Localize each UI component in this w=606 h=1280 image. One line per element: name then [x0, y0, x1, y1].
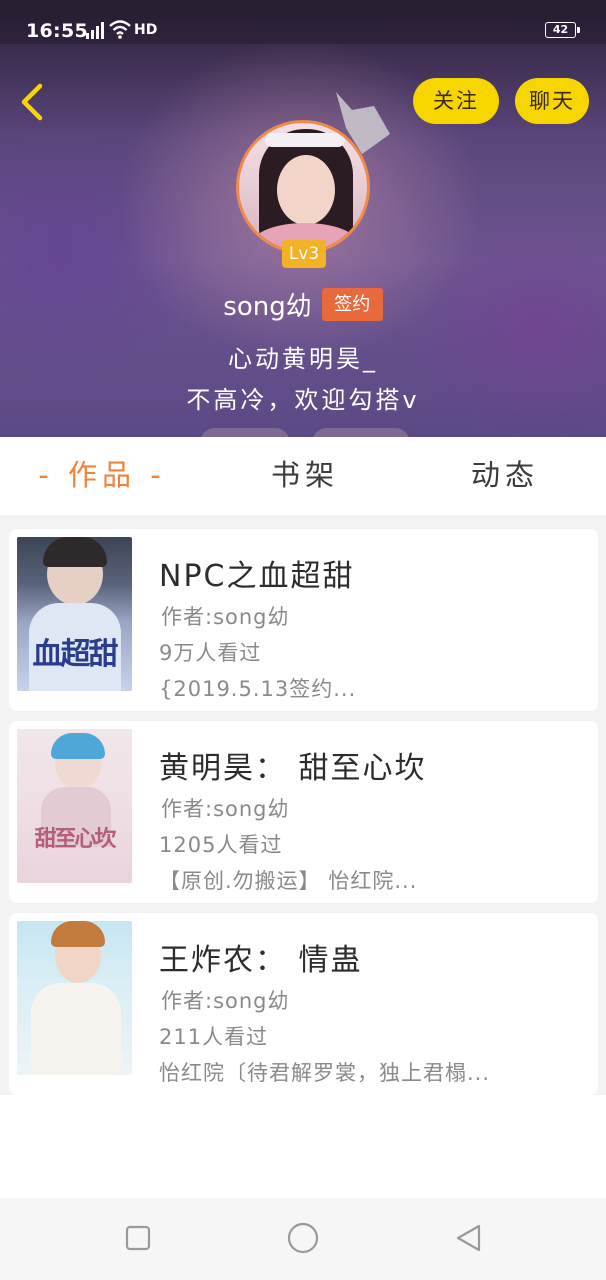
- status-time: 16:55: [26, 20, 88, 42]
- book-author: 作者:song幼: [161, 797, 290, 821]
- level-badge: Lv3: [282, 240, 326, 268]
- stat-pill[interactable]: [312, 428, 410, 437]
- book-cover: 血超甜: [17, 537, 132, 691]
- signed-badge: 签约: [321, 287, 383, 321]
- book-cover: [17, 921, 132, 1075]
- follow-button[interactable]: 关注: [413, 78, 499, 124]
- book-views: 1205人看过: [159, 833, 283, 857]
- book-cover: 甜至心坎: [17, 729, 132, 883]
- cover-hair: [51, 921, 105, 947]
- bio-line: 心动黄明昊_: [228, 345, 378, 373]
- cover-title-text: 甜至心坎: [34, 826, 116, 852]
- cover-title-text: 血超甜: [32, 637, 119, 672]
- username: song幼: [223, 291, 312, 322]
- cover-hair: [51, 733, 105, 759]
- back-button[interactable]: [14, 80, 54, 124]
- status-bar: 16:55 HD 42: [0, 0, 606, 44]
- cover-clothes: [31, 983, 121, 1075]
- square-icon[interactable]: [118, 1218, 158, 1258]
- bio-line: 不高冷，欢迎勾搭v: [186, 386, 420, 414]
- circle-icon[interactable]: [283, 1218, 323, 1258]
- book-author: 作者:song幼: [161, 605, 290, 629]
- book-title: 王炸农： 情蛊: [159, 943, 363, 978]
- book-views: 211人看过: [159, 1025, 269, 1049]
- profile-header: 16:55 HD 42 关注 聊天 Lv3 song幼 签约 心动黄明昊_ 不高…: [0, 0, 606, 437]
- book-description: 怡红院〔待君解罗裳，独上君榻...: [159, 1061, 491, 1085]
- back-triangle-icon[interactable]: [448, 1218, 488, 1258]
- avatar[interactable]: [236, 120, 370, 254]
- stat-pill[interactable]: [200, 428, 290, 437]
- tab-bookshelf[interactable]: 书架: [220, 453, 390, 497]
- battery-icon: 42: [545, 22, 576, 38]
- book-views: 9万人看过: [159, 641, 262, 665]
- avatar-headband: [265, 133, 345, 147]
- tab-moments[interactable]: 动态: [420, 453, 590, 497]
- book-card[interactable]: 王炸农： 情蛊 作者:song幼 211人看过 怡红院〔待君解罗裳，独上君榻..…: [9, 913, 598, 1095]
- tab-bar: - 作品 - 书架 动态: [0, 437, 606, 515]
- battery-tip: [577, 27, 580, 33]
- works-list: 血超甜 NPC之血超甜 作者:song幼 9万人看过 {2019.5.13签约.…: [0, 515, 606, 1095]
- book-description: 【原创.勿搬运】 怡红院...: [159, 869, 418, 893]
- wifi-icon: [109, 20, 131, 39]
- book-card[interactable]: 血超甜 NPC之血超甜 作者:song幼 9万人看过 {2019.5.13签约.…: [9, 529, 598, 711]
- chevron-left-icon: [21, 83, 43, 121]
- book-card[interactable]: 甜至心坎 黄明昊： 甜至心坎 作者:song幼 1205人看过 【原创.勿搬运】…: [9, 721, 598, 903]
- signal-icon: [86, 22, 104, 39]
- book-author: 作者:song幼: [161, 989, 290, 1013]
- chat-button[interactable]: 聊天: [515, 78, 589, 124]
- system-nav-bar: [0, 1198, 606, 1280]
- avatar-face: [277, 155, 335, 225]
- book-title: 黄明昊： 甜至心坎: [159, 751, 427, 786]
- cover-hair: [43, 537, 107, 567]
- book-title: NPC之血超甜: [159, 559, 355, 594]
- tab-works[interactable]: - 作品 -: [17, 453, 187, 497]
- username-row: song幼 签约: [0, 282, 606, 326]
- book-description: {2019.5.13签约...: [159, 677, 357, 701]
- hd-label: HD: [134, 22, 158, 38]
